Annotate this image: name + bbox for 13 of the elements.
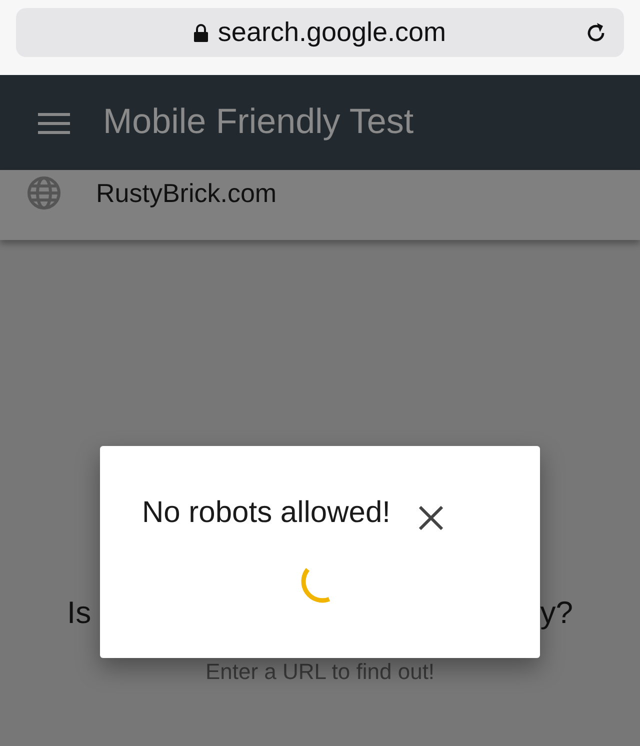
close-button[interactable] [418, 504, 444, 530]
url-row[interactable]: RustyBrick.com [0, 170, 640, 240]
heading-text: Is [67, 594, 92, 632]
url-text: RustyBrick.com [96, 177, 277, 210]
address-text: search.google.com [218, 16, 446, 50]
globe-icon [27, 176, 61, 210]
dialog-title: No robots allowed! [142, 495, 390, 531]
menu-icon[interactable] [38, 112, 70, 134]
subtitle-text: Enter a URL to find out! [205, 658, 435, 686]
heading-text: y? [540, 594, 573, 632]
app-title: Mobile Friendly Test [103, 101, 414, 144]
address-bar[interactable]: search.google.com [16, 8, 624, 57]
lock-icon [194, 24, 208, 42]
